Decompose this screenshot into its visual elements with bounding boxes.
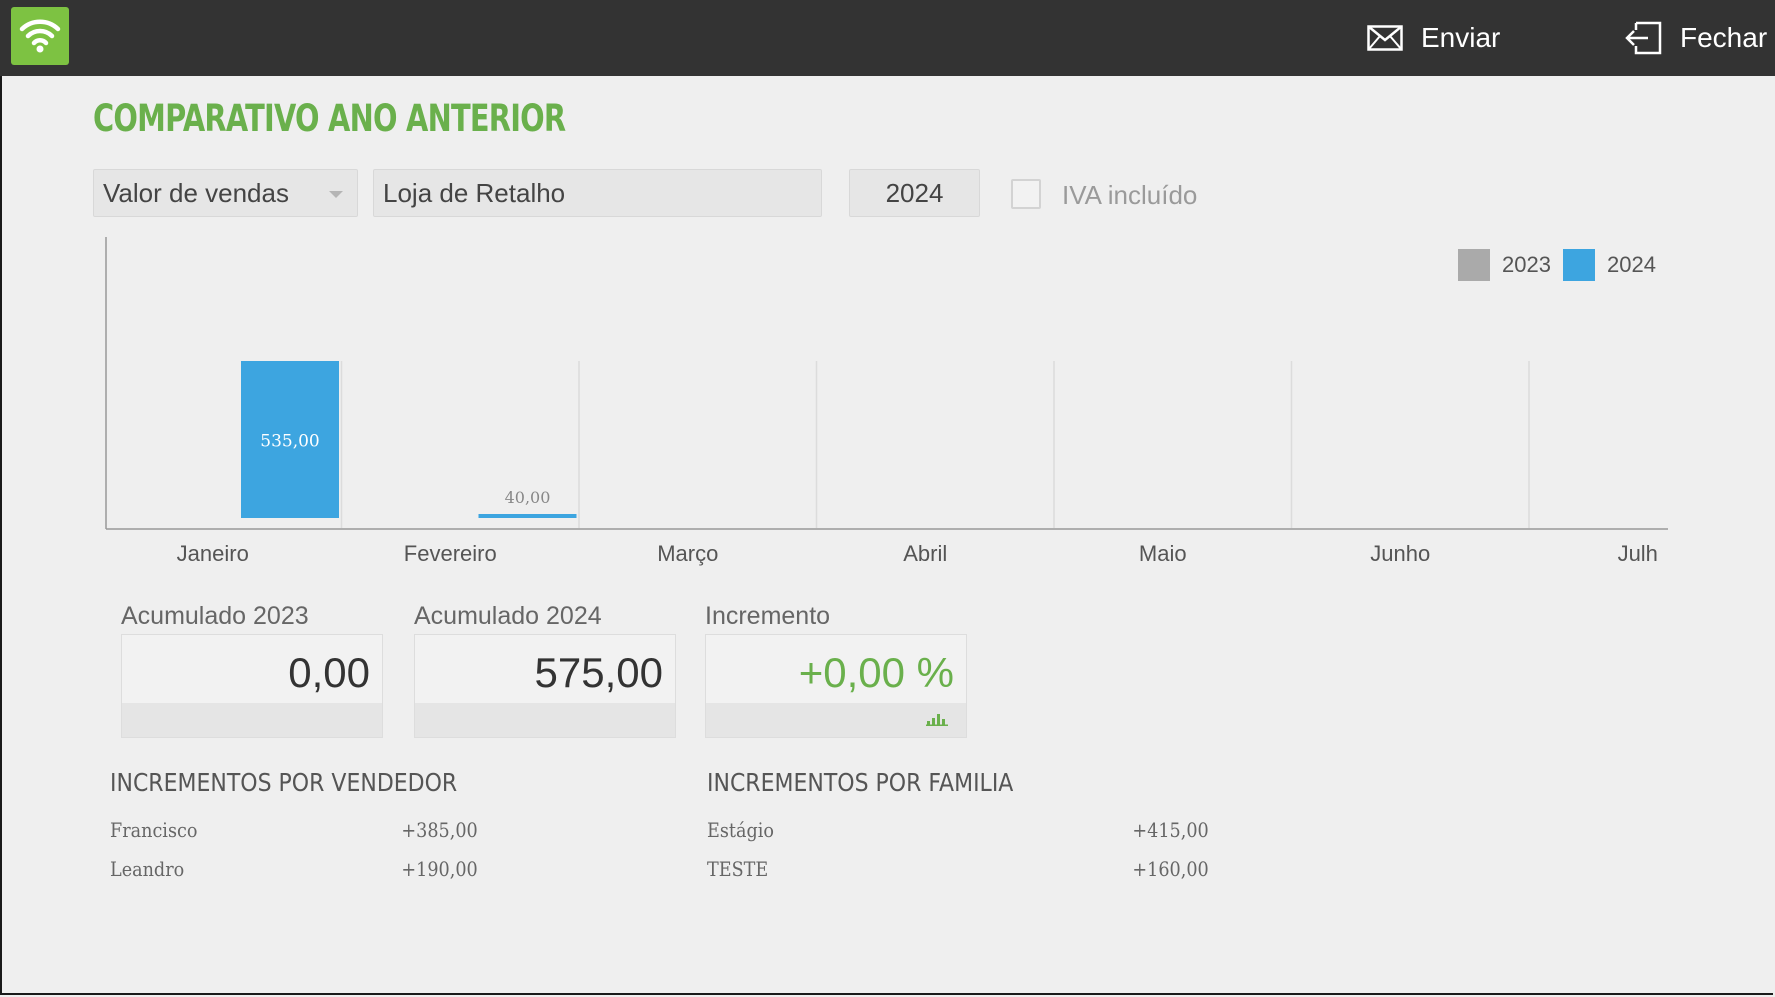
seller-section-title: INCREMENTOS POR VENDEDOR bbox=[110, 768, 458, 797]
legend-swatch-2024 bbox=[1563, 249, 1595, 281]
legend-item-2024: 2024 bbox=[1563, 249, 1656, 281]
family-section-title: INCREMENTOS POR FAMILIA bbox=[707, 768, 1014, 797]
seller-row-value: +190,00 bbox=[401, 857, 478, 881]
family-row-name: Estágio bbox=[707, 818, 774, 842]
x-tick-label: Junho bbox=[1370, 541, 1430, 566]
accum-prev-label: Acumulado 2023 bbox=[121, 602, 309, 630]
accum-prev-value: 0,00 bbox=[288, 649, 370, 696]
increment-label: Incremento bbox=[705, 602, 831, 630]
x-tick-label: Abril bbox=[903, 541, 947, 566]
x-tick-label: Fevereiro bbox=[404, 541, 497, 566]
accum-prev-box: 0,00 bbox=[121, 634, 383, 738]
accum-curr-label: Acumulado 2024 bbox=[414, 602, 602, 630]
increment-value: +0,00 % bbox=[798, 649, 954, 696]
accum-prev-strip bbox=[122, 703, 382, 737]
bar-chart-icon[interactable] bbox=[926, 712, 948, 726]
seller-row-value: +385,00 bbox=[401, 818, 478, 842]
family-row-value: +415,00 bbox=[1132, 818, 1209, 842]
legend-label-2023: 2023 bbox=[1502, 252, 1551, 277]
accum-curr-strip bbox=[415, 703, 675, 737]
x-tick-label: Maio bbox=[1139, 541, 1187, 566]
legend-item-2023: 2023 bbox=[1458, 249, 1551, 281]
x-tick-label: Março bbox=[657, 541, 718, 566]
bar-2024[interactable] bbox=[478, 514, 577, 518]
legend-swatch-2023 bbox=[1458, 249, 1490, 281]
accum-curr-value: 575,00 bbox=[534, 649, 663, 696]
family-row-name: TESTE bbox=[707, 857, 769, 881]
bar-data-label: 40,00 bbox=[505, 488, 551, 507]
bar-data-label: 535,00 bbox=[260, 432, 319, 452]
increment-box[interactable]: +0,00 % bbox=[705, 634, 967, 738]
x-tick-label: Julh bbox=[1618, 541, 1658, 566]
x-tick-label: Janeiro bbox=[177, 541, 249, 566]
seller-row-name: Leandro bbox=[110, 857, 185, 881]
family-row-value: +160,00 bbox=[1132, 857, 1209, 881]
seller-row-name: Francisco bbox=[110, 818, 198, 842]
accum-curr-box: 575,00 bbox=[414, 634, 676, 738]
sales-comparison-chart: 535,00 40,00 Janeiro Fevereiro Março Abril Ma… bbox=[105, 237, 1668, 566]
legend-label-2024: 2024 bbox=[1607, 252, 1656, 277]
